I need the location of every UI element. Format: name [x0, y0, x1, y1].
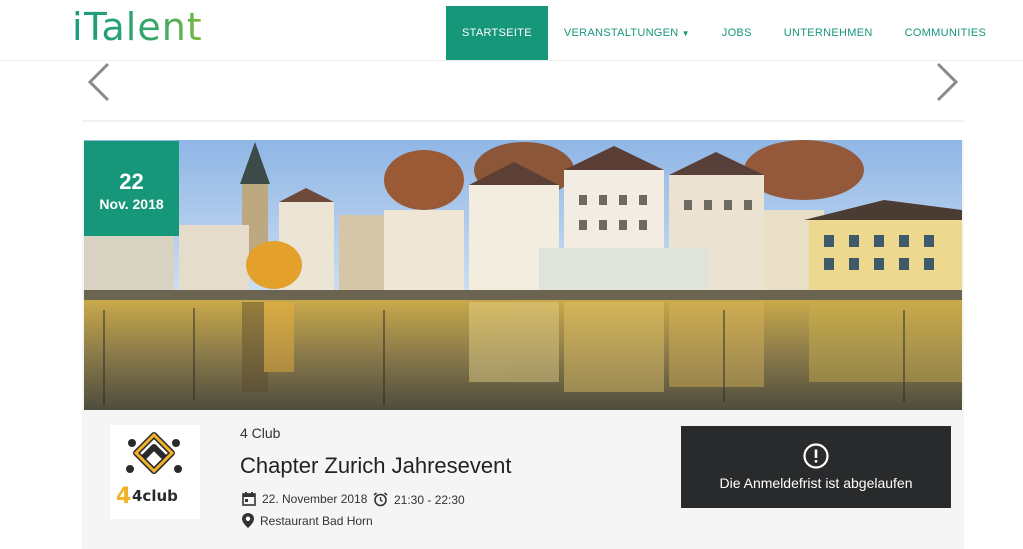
event-day: 22	[119, 169, 144, 194]
slider-next-icon[interactable]	[932, 62, 962, 102]
slider-divider	[82, 120, 964, 122]
event-date-row: 22. November 2018	[242, 492, 367, 506]
event-title[interactable]: Chapter Zurich Jahresevent	[240, 453, 511, 479]
event-organizer[interactable]: 4 Club	[240, 425, 280, 441]
event-time-row: 21:30 - 22:30	[373, 492, 465, 507]
nav-veranstaltungen[interactable]: VERANSTALTUNGEN ▼	[548, 6, 706, 60]
nav-startseite[interactable]: STARTSEITE	[446, 6, 548, 60]
event-date-badge: 22 Nov. 2018	[84, 141, 179, 236]
nav-communities[interactable]: COMMUNITIES	[889, 6, 1003, 60]
italent-logo[interactable]: iTalent	[72, 4, 203, 50]
site-header: iTalent STARTSEITE VERANSTALTUNGEN ▼ JOBS…	[0, 0, 1023, 61]
registration-status-text: Die Anmeldefrist ist abgelaufen	[719, 475, 913, 491]
event-photo	[84, 140, 962, 410]
caret-down-icon: ▼	[681, 28, 690, 38]
slider-prev-icon[interactable]	[84, 62, 114, 102]
organizer-logo: 4 4club	[110, 425, 200, 519]
exclamation-circle-icon	[803, 443, 829, 469]
nav-unternehmen[interactable]: UNTERNEHMEN	[768, 6, 889, 60]
map-pin-icon	[242, 513, 254, 528]
event-location-row: Restaurant Bad Horn	[242, 513, 373, 528]
nav-jobs[interactable]: JOBS	[706, 6, 768, 60]
event-month-year: Nov. 2018	[99, 196, 164, 212]
alarm-clock-icon	[373, 492, 388, 507]
main-nav: STARTSEITE VERANSTALTUNGEN ▼ JOBS UNTERNE…	[446, 6, 1002, 60]
registration-status-box: Die Anmeldefrist ist abgelaufen	[681, 426, 951, 508]
svg-text:4club: 4club	[132, 487, 178, 505]
calendar-icon	[242, 492, 256, 506]
svg-text:4: 4	[116, 484, 131, 509]
